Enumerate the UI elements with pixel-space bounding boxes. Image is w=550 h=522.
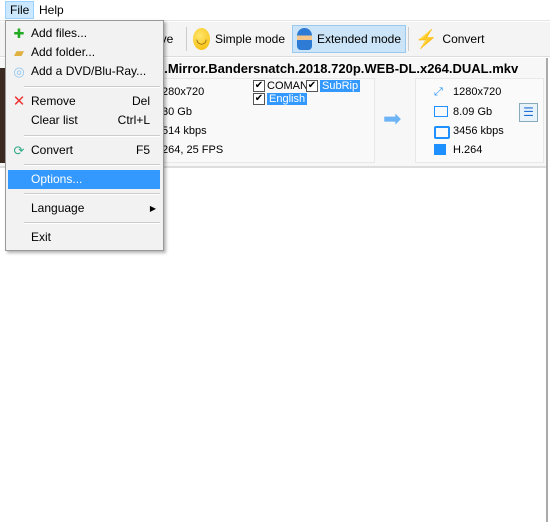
extended-mode-button[interactable]: Extended mode — [292, 25, 406, 53]
arrow-right-icon: ➡ — [383, 106, 402, 131]
bitrate-icon — [434, 126, 450, 139]
track-label: SubRip — [320, 80, 361, 92]
disc-icon: ◎ — [13, 64, 25, 79]
menu-item-add-dvd[interactable]: ◎ Add a DVD/Blu-Ray... — [8, 62, 160, 81]
source-resolution: 280x720 — [162, 86, 205, 98]
output-bitrate: 3456 kbps — [453, 125, 504, 137]
menu-item-add-folder[interactable]: ▰ Add folder... — [8, 43, 160, 62]
track-checkbox[interactable]: ✔ COMAN — [253, 80, 308, 92]
menu-help[interactable]: Help — [35, 2, 68, 19]
menu-separator — [24, 86, 160, 88]
menu-item-remove[interactable]: ✕ Remove Del — [8, 92, 160, 111]
folder-icon: ▰ — [14, 45, 24, 60]
menu-item-convert[interactable]: ⟳ Convert F5 — [8, 141, 160, 160]
menu-label: Remove — [31, 94, 76, 108]
convert-button[interactable]: ⚡ Convert — [411, 25, 486, 53]
menu-label: Convert — [31, 143, 74, 157]
smiley-icon: ◡ — [193, 28, 210, 50]
simple-mode-button[interactable]: ◡ Simple mode — [189, 25, 289, 53]
menu-label: Exit — [31, 230, 52, 244]
source-size: 30 Gb — [162, 106, 192, 118]
output-size: 8.09 Gb — [453, 106, 493, 118]
remove-icon: ✕ — [12, 93, 26, 110]
add-files-icon: ✚ — [13, 26, 25, 41]
menu-item-exit[interactable]: Exit — [8, 228, 160, 247]
menu-item-clear-list[interactable]: Clear list Ctrl+L — [8, 111, 160, 130]
simple-mode-label: Simple mode — [214, 32, 285, 46]
menu-label: Add folder... — [31, 45, 96, 59]
user-icon — [297, 28, 312, 50]
divider — [186, 27, 187, 51]
menu-shortcut: Del — [131, 94, 150, 108]
video-codec-icon — [434, 144, 446, 155]
resize-icon: ⤢ — [434, 86, 443, 98]
menu-file[interactable]: File — [5, 1, 35, 19]
menu-item-add-files[interactable]: ✚ Add files... — [8, 24, 160, 43]
source-codec: 264, 25 FPS — [162, 144, 224, 156]
convert-icon: ⟳ — [13, 143, 25, 158]
menu-label: Add a DVD/Blu-Ray... — [31, 64, 147, 78]
track-label: COMAN — [267, 80, 308, 92]
menu-item-options[interactable]: Options... — [8, 170, 160, 189]
convert-label: Convert — [442, 32, 485, 46]
menu-label: Language — [31, 201, 85, 215]
file-title: k.Mirror.Bandersnatch.2018.720p.WEB-DL.x… — [157, 61, 519, 76]
track-checkbox[interactable]: ✔ SubRip — [306, 80, 361, 92]
output-resolution: 1280x720 — [453, 86, 502, 98]
folder-icon — [434, 106, 448, 117]
menu-label: Clear list — [31, 113, 78, 127]
lightning-icon: ⚡ — [415, 28, 438, 49]
divider — [408, 27, 409, 51]
menu-label: Options... — [31, 172, 83, 186]
scrollbar-edge — [546, 58, 548, 522]
submenu-arrow-icon: ▶ — [149, 204, 156, 213]
settings-sliders-button[interactable]: ☰ — [519, 103, 538, 122]
menu-separator — [24, 164, 160, 166]
track-label: English — [267, 93, 308, 105]
file-menu-dropdown: ✚ Add files... ▰ Add folder... ◎ Add a DVD/… — [5, 20, 164, 251]
menu-item-language[interactable]: Language ▶ — [8, 199, 160, 218]
source-bitrate: 514 kbps — [162, 125, 207, 137]
menu-separator — [24, 193, 160, 195]
track-checkbox[interactable]: ✔ English — [253, 93, 308, 105]
menu-label: Add files... — [31, 26, 88, 40]
output-codec: H.264 — [453, 144, 483, 156]
menu-separator — [24, 135, 160, 137]
menu-separator — [24, 222, 160, 224]
menu-shortcut: F5 — [135, 143, 150, 157]
extended-mode-label: Extended mode — [316, 32, 401, 46]
menubar: File Help — [0, 0, 550, 21]
menu-shortcut: Ctrl+L — [117, 113, 150, 127]
